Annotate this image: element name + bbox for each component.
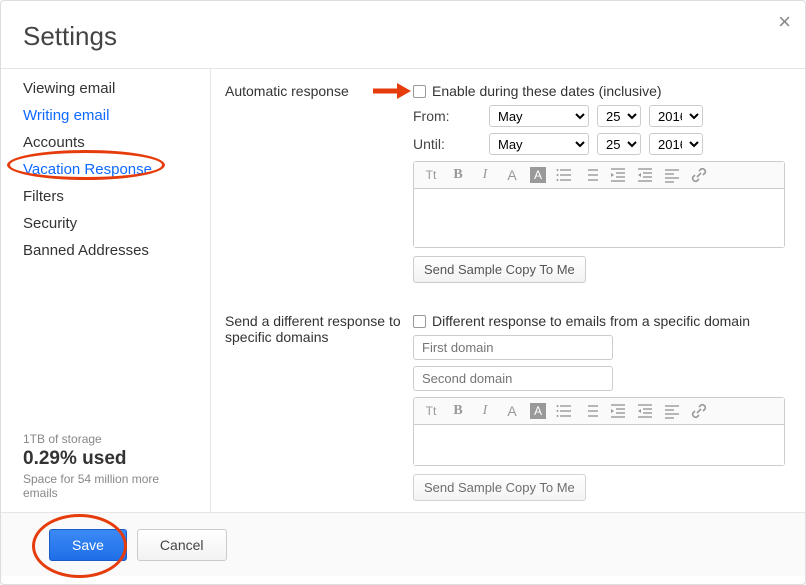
sidebar-item-vacation-response[interactable]: Vacation Response [1,156,210,183]
sidebar-item-security[interactable]: Security [1,210,210,237]
text-color-icon[interactable]: A [503,402,521,420]
settings-content: Automatic response Enable during these d… [211,69,805,512]
link-icon[interactable] [690,402,708,420]
from-day-select[interactable]: 25 [597,105,641,127]
save-button[interactable]: Save [49,529,127,561]
domain-response-editor: Tt B I A A [413,397,785,466]
link-icon[interactable] [690,166,708,184]
auto-response-editor: Tt B I A A [413,161,785,248]
text-color-icon[interactable]: A [503,166,521,184]
sidebar-item-accounts[interactable]: Accounts [1,129,210,156]
enable-dates-checkbox[interactable] [413,85,426,98]
editor-toolbar: Tt B I A A [414,162,784,189]
align-left-icon[interactable] [663,402,681,420]
sidebar-item-writing-email[interactable]: Writing email [1,102,210,129]
auto-response-textarea[interactable] [414,189,784,247]
indent-more-icon[interactable] [636,402,654,420]
italic-icon[interactable]: I [476,166,494,184]
settings-sidebar: Viewing email Writing email Accounts Vac… [1,69,211,512]
sidebar-item-banned-addresses[interactable]: Banned Addresses [1,237,210,264]
indent-less-icon[interactable] [609,402,627,420]
page-title: Settings [1,1,805,68]
domain-response-send-sample-button[interactable]: Send Sample Copy To Me [413,474,586,501]
auto-response-label: Automatic response [225,83,413,283]
indent-less-icon[interactable] [609,166,627,184]
storage-space: Space for 54 million more emails [23,472,196,500]
bold-icon[interactable]: B [449,402,467,420]
storage-used: 0.29% used [23,448,196,470]
highlight-color-icon[interactable]: A [530,403,546,419]
until-month-select[interactable]: May [489,133,589,155]
sidebar-item-filters[interactable]: Filters [1,183,210,210]
domain-response-textarea[interactable] [414,425,784,465]
from-month-select[interactable]: May [489,105,589,127]
until-label: Until: [413,136,481,152]
domain-response-checkbox[interactable] [413,315,426,328]
bold-icon[interactable]: B [449,166,467,184]
italic-icon[interactable]: I [476,402,494,420]
second-domain-input[interactable] [413,366,613,391]
storage-info: 1TB of storage 0.29% used Space for 54 m… [1,424,210,512]
domain-response-label: Send a different response to specific do… [225,313,413,501]
enable-dates-label: Enable during these dates (inclusive) [432,83,662,99]
from-year-select[interactable]: 2016 [649,105,703,127]
numbered-list-icon[interactable] [582,402,600,420]
align-left-icon[interactable] [663,166,681,184]
until-year-select[interactable]: 2016 [649,133,703,155]
numbered-list-icon[interactable] [582,166,600,184]
from-label: From: [413,108,481,124]
cancel-button[interactable]: Cancel [137,529,227,561]
sidebar-item-viewing-email[interactable]: Viewing email [1,75,210,102]
bullet-list-icon[interactable] [555,166,573,184]
storage-total: 1TB of storage [23,432,196,446]
highlight-color-icon[interactable]: A [530,167,546,183]
editor-toolbar-2: Tt B I A A [414,398,784,425]
close-icon[interactable]: × [778,11,791,33]
bullet-list-icon[interactable] [555,402,573,420]
settings-modal: × Settings Viewing email Writing email A… [0,0,806,585]
indent-more-icon[interactable] [636,166,654,184]
domain-response-checkbox-label: Different response to emails from a spec… [432,313,750,329]
font-size-icon[interactable]: Tt [422,402,440,420]
until-day-select[interactable]: 25 [597,133,641,155]
first-domain-input[interactable] [413,335,613,360]
auto-response-send-sample-button[interactable]: Send Sample Copy To Me [413,256,586,283]
modal-footer: Save Cancel [1,512,805,576]
font-size-icon[interactable]: Tt [422,166,440,184]
